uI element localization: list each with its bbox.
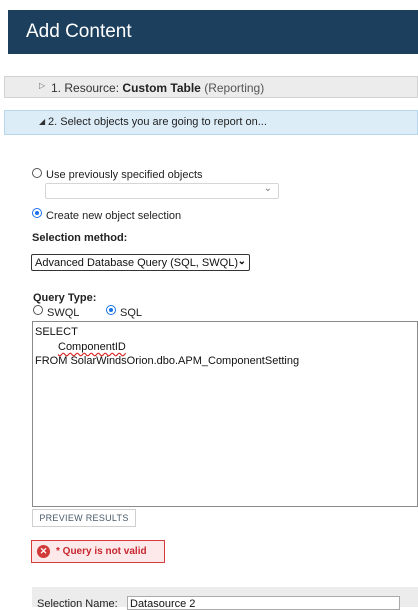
query-textarea[interactable]: SELECT ComponentID FROM SolarWindsOrion.… — [32, 321, 418, 507]
preview-results-button[interactable]: PREVIEW RESULTS — [32, 509, 136, 527]
step-resource[interactable]: ▷ 1. Resource: Custom Table (Reporting) — [4, 76, 418, 98]
selection-method-label: Selection method: — [32, 232, 128, 244]
radio-sql[interactable] — [106, 305, 116, 315]
collapsed-arrow-icon: ▷ — [39, 81, 46, 90]
chevron-down-icon: ⌄ — [237, 256, 246, 267]
radio-create-new-label: Create new object selection — [46, 210, 182, 222]
radio-use-previous[interactable] — [32, 168, 42, 178]
selection-method-select[interactable]: Advanced Database Query (SQL, SWQL) ⌄ — [31, 254, 250, 271]
chevron-down-icon: ⌄ — [263, 183, 272, 194]
query-line: SELECT — [35, 326, 78, 338]
radio-swql-label: SWQL — [47, 307, 80, 319]
radio-swql[interactable] — [33, 305, 43, 315]
expanded-arrow-icon: ◢ — [39, 117, 46, 126]
previous-objects-select[interactable]: ⌄ — [45, 183, 279, 199]
query-error-message: ✕ * Query is not valid — [31, 540, 165, 563]
page-title: Add Content — [26, 21, 132, 42]
query-line: ComponentID — [58, 341, 126, 353]
selection-name-input[interactable]: Datasource 2 — [127, 596, 400, 610]
selection-name-value: Datasource 2 — [130, 598, 196, 610]
query-type-label: Query Type: — [33, 292, 97, 304]
step-select-objects-label: 2. Select objects you are going to repor… — [48, 116, 267, 128]
selection-name-label: Selection Name: — [37, 598, 118, 610]
error-icon: ✕ — [37, 545, 50, 558]
radio-use-previous-label: Use previously specified objects — [46, 169, 203, 181]
query-line: FROM SolarWindsOrion.dbo.APM_ComponentSe… — [35, 355, 300, 367]
step-select-objects[interactable]: ◢ 2. Select objects you are going to rep… — [4, 110, 418, 135]
radio-create-new[interactable] — [32, 208, 42, 218]
radio-sql-label: SQL — [120, 307, 143, 319]
step-resource-label: 1. Resource: Custom Table (Reporting) — [51, 81, 265, 95]
error-text: * Query is not valid — [56, 546, 147, 557]
selection-method-value: Advanced Database Query (SQL, SWQL) — [35, 257, 238, 269]
